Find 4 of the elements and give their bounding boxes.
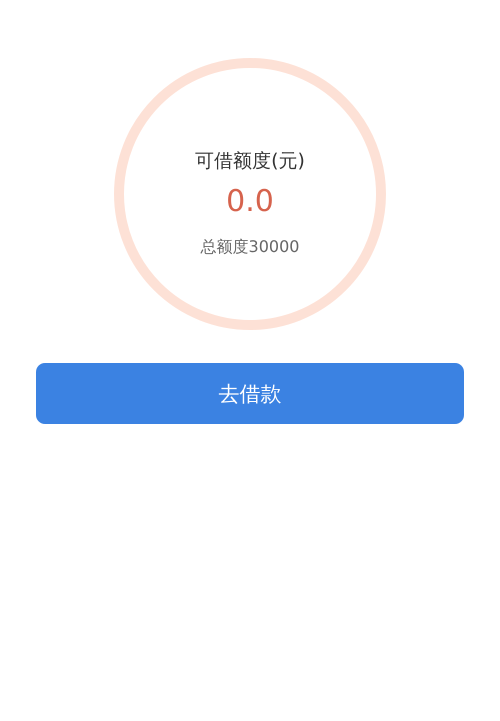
quota-title: 可借额度(元)	[195, 149, 305, 174]
quota-amount: 0.0	[226, 184, 274, 219]
borrow-button[interactable]: 去借款	[36, 363, 464, 424]
quota-total: 总额度30000	[200, 237, 300, 258]
